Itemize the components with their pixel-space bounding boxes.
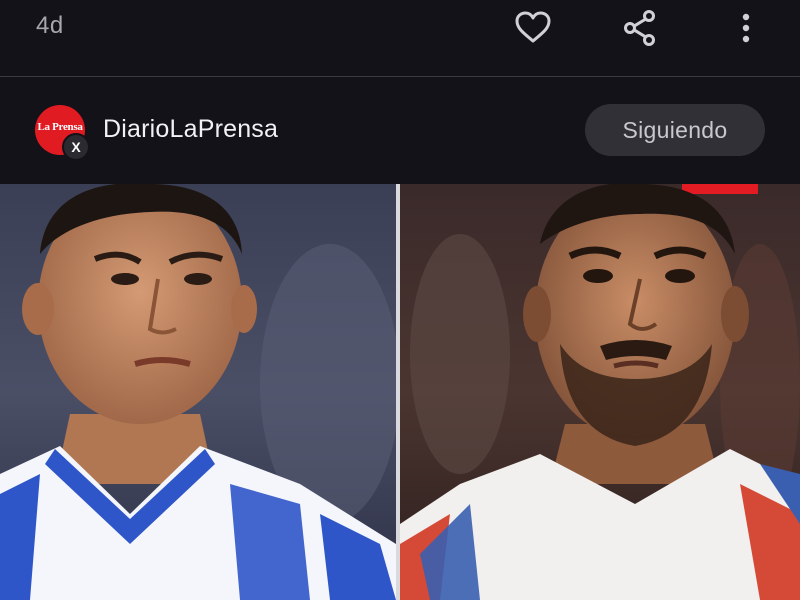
x-platform-badge-icon: X [62, 133, 90, 161]
share-icon [624, 10, 655, 46]
following-button[interactable]: Siguiendo [585, 104, 765, 156]
avatar-logo-text: La Prensa [37, 121, 83, 133]
right-player-photo [400, 184, 800, 600]
left-player-photo [0, 184, 400, 600]
post-action-bar: 4d [0, 0, 800, 76]
more-options-button[interactable] [724, 6, 768, 50]
author-row: La Prensa X DiarioLaPrensa Siguiendo [0, 77, 800, 184]
author-name[interactable]: DiarioLaPrensa [103, 115, 278, 144]
author-avatar[interactable]: La Prensa X [35, 105, 90, 161]
share-button[interactable] [618, 6, 662, 50]
like-button[interactable] [511, 6, 555, 50]
image-split-line [396, 184, 400, 600]
heart-icon [515, 11, 551, 43]
post-image[interactable] [0, 184, 800, 600]
post-timestamp: 4d [36, 12, 64, 39]
post-image-canvas [0, 184, 800, 600]
post-card: 4d La Prensa X DiarioLaPrensa Siguiendo [0, 0, 800, 600]
more-vertical-icon [742, 13, 750, 43]
